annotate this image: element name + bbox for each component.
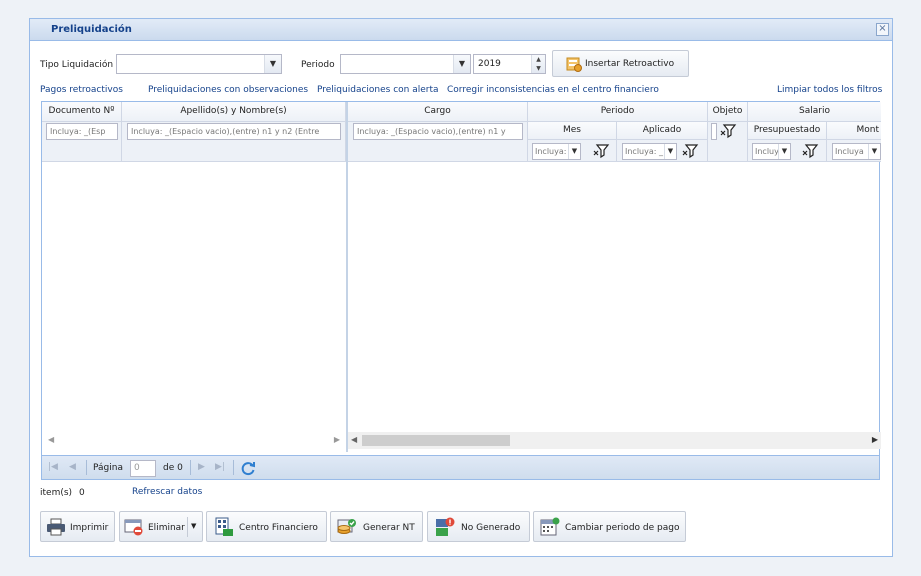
filter-presupuestado-select[interactable]: Incluya ▼ bbox=[752, 143, 791, 160]
filter-icon[interactable] bbox=[593, 142, 610, 159]
imprimir-button[interactable]: Imprimir bbox=[40, 511, 115, 542]
link-limpiar-filtros[interactable]: Limpiar todos los filtros bbox=[777, 85, 882, 95]
generar-nt-label: Generar NT bbox=[363, 523, 415, 533]
insertar-retroactivo-button[interactable]: Insertar Retroactivo bbox=[552, 50, 689, 77]
scroll-left-icon[interactable]: ◀ bbox=[48, 435, 54, 444]
filter-apellido-input[interactable]: Incluya: _(Espacio vacio),(entre) n1 y n… bbox=[127, 123, 341, 140]
generar-nt-button[interactable]: Generar NT bbox=[330, 511, 423, 542]
scrollbar-thumb[interactable] bbox=[362, 435, 510, 446]
periodo-label: Periodo bbox=[301, 60, 335, 70]
items-count: 0 bbox=[79, 488, 85, 498]
link-preliquidaciones-observaciones[interactable]: Preliquidaciones con observaciones bbox=[148, 85, 308, 95]
separator bbox=[233, 460, 234, 475]
scroll-left-icon[interactable]: ◀ bbox=[351, 435, 357, 444]
arrow-up-icon[interactable]: ▲ bbox=[532, 55, 545, 64]
col-aplicado[interactable]: Aplicado bbox=[617, 122, 708, 140]
col-mes[interactable]: Mes bbox=[528, 122, 617, 140]
col-cargo[interactable]: Cargo bbox=[348, 102, 528, 122]
chevron-down-icon[interactable]: ▼ bbox=[664, 144, 676, 159]
col-objeto[interactable]: Objeto bbox=[708, 102, 748, 122]
chevron-down-icon[interactable]: ▼ bbox=[868, 144, 880, 159]
dropdown-arrow-icon[interactable]: ▼ bbox=[191, 522, 196, 530]
col-documento[interactable]: Documento Nº bbox=[42, 102, 122, 122]
link-preliquidaciones-alerta[interactable]: Preliquidaciones con alerta bbox=[317, 85, 439, 95]
refresh-data-link[interactable]: Refrescar datos bbox=[132, 487, 202, 497]
window-title: Preliquidación bbox=[51, 24, 132, 35]
filter-cargo-input[interactable]: Incluya: _(Espacio vacio),(entre) n1 y bbox=[353, 123, 523, 140]
left-scrollbar[interactable]: ◀ ▶ bbox=[42, 432, 346, 449]
split-divider bbox=[187, 517, 188, 537]
scroll-right-icon[interactable]: ▶ bbox=[872, 435, 878, 444]
cambiar-periodo-button[interactable]: Cambiar periodo de pago bbox=[533, 511, 686, 542]
col-apellido[interactable]: Apellido(s) y Nombre(s) bbox=[122, 102, 346, 122]
eliminar-label: Eliminar bbox=[148, 523, 185, 533]
separator bbox=[190, 460, 191, 475]
centro-financiero-label: Centro Financiero bbox=[239, 523, 318, 533]
tipo-liquidacion-label: Tipo Liquidación bbox=[40, 60, 114, 70]
calendar-icon bbox=[540, 517, 560, 536]
link-corregir-inconsistencias[interactable]: Corregir inconsistencias en el centro fi… bbox=[447, 85, 659, 95]
right-scrollbar[interactable]: ◀ ▶ bbox=[348, 432, 881, 449]
chevron-down-icon[interactable]: ▼ bbox=[453, 55, 470, 73]
chevron-down-icon[interactable]: ▼ bbox=[778, 144, 790, 159]
delete-icon bbox=[124, 519, 143, 536]
preliquidacion-window: Preliquidación × Tipo Liquidación ▼ Peri… bbox=[29, 18, 893, 557]
filter-objeto-input[interactable] bbox=[711, 123, 717, 140]
eliminar-button[interactable]: Eliminar ▼ bbox=[119, 511, 203, 542]
first-page-icon[interactable]: |◀ bbox=[48, 462, 58, 472]
cambiar-periodo-label: Cambiar periodo de pago bbox=[565, 523, 680, 533]
filter-monto-select[interactable]: Incluya ▼ bbox=[832, 143, 881, 160]
last-page-icon[interactable]: ▶| bbox=[215, 462, 225, 472]
page-input[interactable]: 0 bbox=[130, 460, 156, 477]
paging-toolbar: |◀ ◀ Página 0 de 0 ▶ ▶| bbox=[41, 455, 880, 480]
warning-sheet-icon bbox=[436, 517, 455, 536]
refresh-icon[interactable] bbox=[240, 460, 256, 476]
next-page-icon[interactable]: ▶ bbox=[198, 462, 205, 472]
col-presupuestado[interactable]: Presupuestado bbox=[748, 122, 827, 140]
col-monto[interactable]: Mont bbox=[827, 122, 881, 140]
printer-icon bbox=[47, 518, 65, 536]
insert-icon bbox=[566, 57, 582, 72]
page-label: Página bbox=[93, 463, 123, 473]
arrow-down-icon[interactable]: ▼ bbox=[532, 64, 545, 73]
year-spinner[interactable]: 2019 ▲ ▼ bbox=[473, 54, 546, 74]
header-divider bbox=[42, 161, 881, 162]
locked-column-divider bbox=[346, 102, 348, 452]
filter-icon[interactable] bbox=[682, 142, 699, 159]
close-icon[interactable]: × bbox=[876, 23, 889, 36]
filter-aplicado-select[interactable]: Incluya: _ ▼ bbox=[622, 143, 677, 160]
no-generado-button[interactable]: No Generado bbox=[427, 511, 530, 542]
chevron-down-icon[interactable]: ▼ bbox=[264, 55, 281, 73]
scroll-right-icon[interactable]: ▶ bbox=[334, 435, 340, 444]
filter-icon[interactable] bbox=[720, 122, 737, 139]
centro-financiero-button[interactable]: Centro Financiero bbox=[206, 511, 327, 542]
filter-icon[interactable] bbox=[802, 142, 819, 159]
imprimir-label: Imprimir bbox=[70, 523, 109, 533]
prev-page-icon[interactable]: ◀ bbox=[69, 462, 76, 472]
page-of-label: de 0 bbox=[163, 463, 183, 473]
no-generado-label: No Generado bbox=[461, 523, 521, 533]
coins-check-icon bbox=[337, 519, 356, 534]
spinner-arrows[interactable]: ▲ ▼ bbox=[531, 55, 545, 73]
building-icon bbox=[215, 517, 233, 536]
insertar-retroactivo-label: Insertar Retroactivo bbox=[585, 59, 675, 69]
chevron-down-icon[interactable]: ▼ bbox=[568, 144, 580, 159]
col-periodo[interactable]: Periodo bbox=[528, 102, 708, 122]
filter-documento-input[interactable]: Incluya: _(Esp bbox=[46, 123, 118, 140]
separator bbox=[86, 460, 87, 475]
data-grid: Documento Nº Apellido(s) y Nombre(s) Car… bbox=[41, 101, 881, 463]
col-salario[interactable]: Salario bbox=[748, 102, 881, 122]
window-header: Preliquidación × bbox=[30, 19, 892, 41]
items-label: item(s) bbox=[40, 488, 73, 498]
filter-mes-select[interactable]: Incluya: _ ▼ bbox=[532, 143, 581, 160]
year-value: 2019 bbox=[478, 59, 501, 69]
link-pagos-retroactivos[interactable]: Pagos retroactivos bbox=[40, 85, 123, 95]
tipo-liquidacion-select[interactable]: ▼ bbox=[116, 54, 282, 74]
periodo-select[interactable]: ▼ bbox=[340, 54, 471, 74]
